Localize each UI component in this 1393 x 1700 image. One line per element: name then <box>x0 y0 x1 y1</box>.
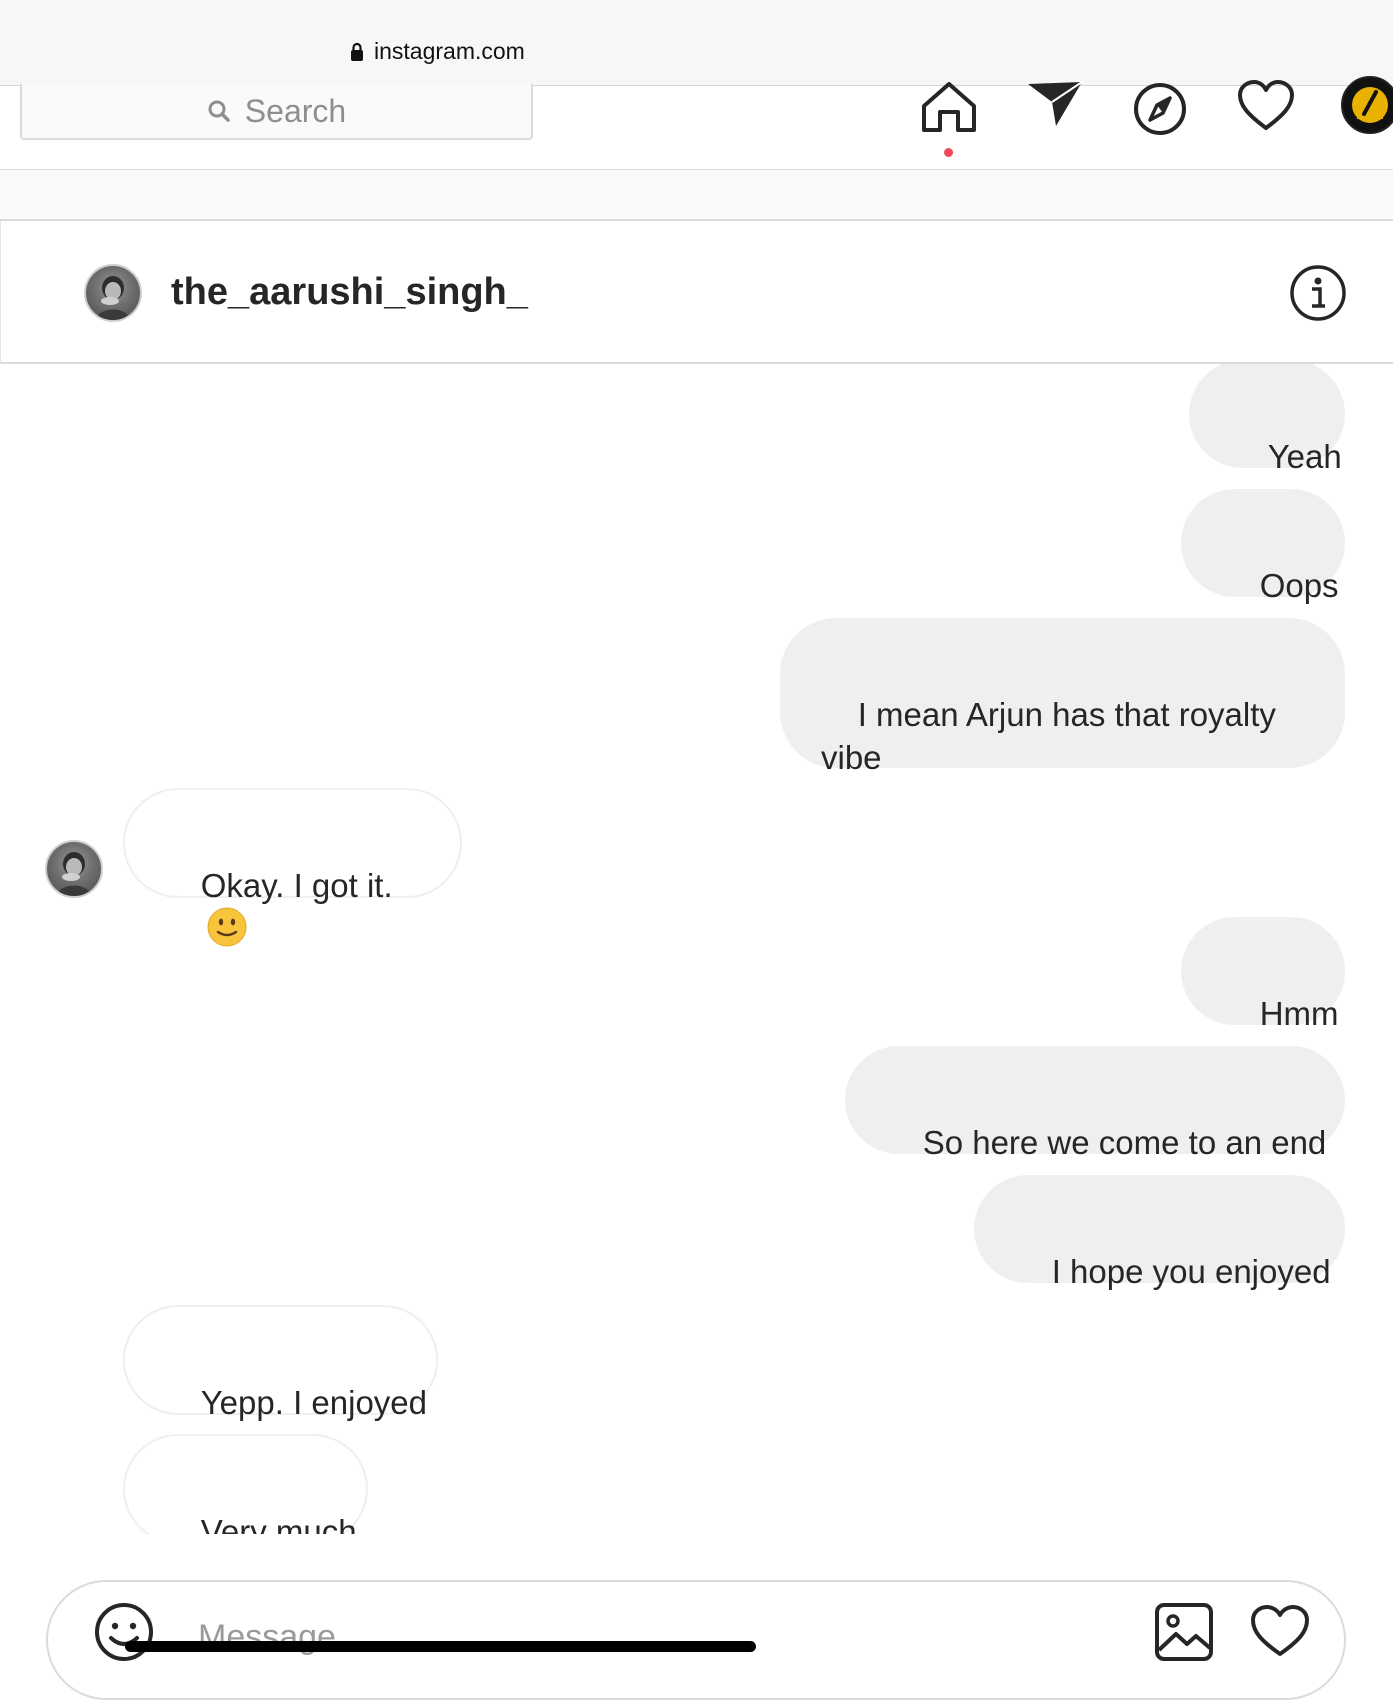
top-navigation: Search <box>0 76 1393 170</box>
header-spacer <box>0 170 1393 221</box>
info-icon[interactable] <box>1289 264 1347 322</box>
message-bubble-outgoing[interactable]: Hmm <box>1181 917 1345 1032</box>
message-bubble-incoming[interactable]: Okay. I got it. <box>123 788 462 947</box>
message-text: Oops <box>1259 567 1339 604</box>
search-placeholder: Search <box>244 92 347 129</box>
image-upload-icon[interactable] <box>1154 1602 1214 1662</box>
like-heart-icon[interactable] <box>1250 1604 1310 1658</box>
message-bubble-outgoing[interactable]: I mean Arjun has that royalty vibe <box>780 618 1345 776</box>
sender-photo-icon <box>57 852 91 896</box>
search-input[interactable]: Search <box>20 84 533 140</box>
chat-header: the_aarushi_singh_ <box>0 221 1393 364</box>
message-bubble-outgoing[interactable]: So here we come to an end <box>845 1046 1345 1161</box>
message-text: So here we come to an end <box>922 1124 1327 1161</box>
message-bubble-outgoing[interactable]: I hope you enjoyed <box>974 1175 1345 1290</box>
message-text: Yepp. I enjoyed <box>200 1384 427 1421</box>
browser-url-bar[interactable]: instagram.com <box>0 0 1393 86</box>
search-icon <box>208 100 230 122</box>
home-notification-dot <box>944 148 953 157</box>
message-composer <box>46 1580 1346 1700</box>
message-text: Very much <box>200 1513 357 1534</box>
activity-heart-icon[interactable] <box>1237 80 1295 132</box>
url-display[interactable]: instagram.com <box>350 38 525 65</box>
message-bubble-outgoing[interactable]: Yeah <box>1189 364 1345 475</box>
chat-username[interactable]: the_aarushi_singh_ <box>171 271 528 314</box>
lock-icon <box>351 42 363 61</box>
message-text: I mean Arjun has that royalty vibe <box>821 696 1286 776</box>
url-text: instagram.com <box>374 38 525 64</box>
slightly-smiling-face-icon <box>207 907 247 947</box>
home-icon[interactable] <box>920 82 978 134</box>
message-bubble-incoming[interactable]: Very much <box>123 1434 368 1534</box>
message-text: Yeah <box>1267 438 1342 475</box>
profile-logo-icon <box>1352 87 1388 123</box>
message-bubble-outgoing[interactable]: Oops <box>1181 489 1345 604</box>
contact-photo-icon <box>96 276 130 320</box>
message-text: Okay. I got it. <box>200 867 393 904</box>
sender-avatar[interactable] <box>45 840 103 898</box>
message-thread[interactable]: Yeah Oops I mean Arjun has that royalty … <box>0 364 1393 1534</box>
message-text: Hmm <box>1259 995 1339 1032</box>
message-bubble-incoming[interactable]: Yepp. I enjoyed <box>123 1305 438 1421</box>
message-text: I hope you enjoyed <box>1051 1253 1331 1290</box>
contact-avatar[interactable] <box>84 264 142 322</box>
home-indicator-bar <box>125 1641 756 1652</box>
emoji-icon[interactable] <box>94 1602 154 1662</box>
explore-compass-icon[interactable] <box>1132 82 1188 136</box>
direct-send-icon[interactable] <box>1026 80 1084 130</box>
profile-avatar[interactable] <box>1341 76 1393 134</box>
